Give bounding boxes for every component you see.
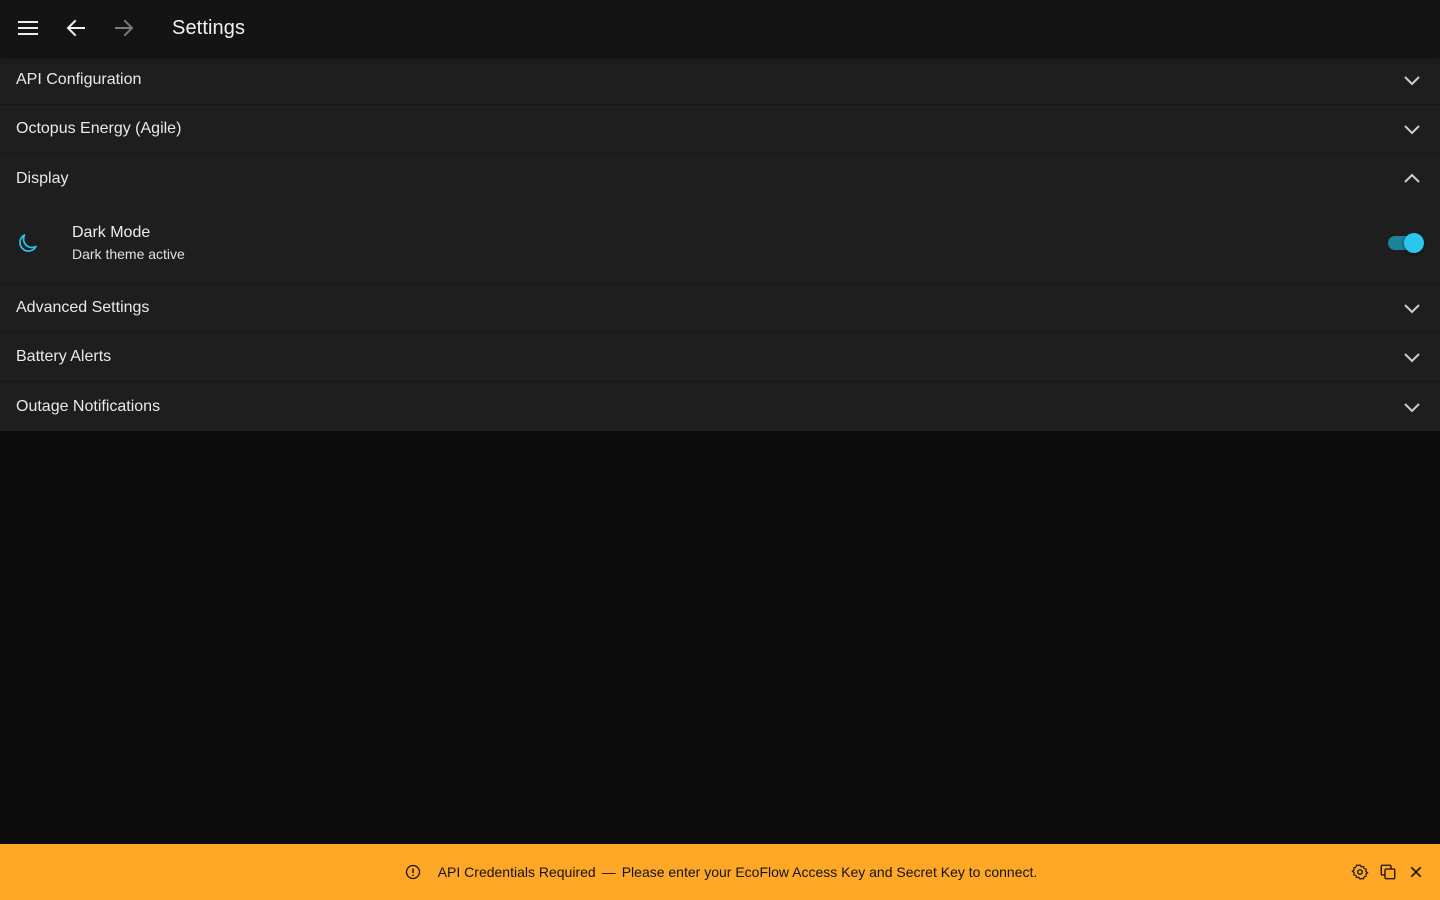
panel-advanced-settings[interactable]: Advanced Settings — [0, 284, 1440, 333]
banner-message: API Credentials Required — Please enter yo… — [438, 864, 1038, 880]
chevron-down-icon — [1400, 68, 1424, 92]
dark-mode-texts: Dark Mode Dark theme active — [72, 224, 185, 262]
banner-actions — [1346, 844, 1430, 900]
banner-title: API Credentials Required — [437, 864, 596, 880]
banner-separator: — — [601, 864, 616, 880]
panel-label: Battery Alerts — [16, 348, 112, 365]
settings-icon[interactable] — [1346, 858, 1374, 886]
settings-panels: API Configuration Octopus Energy (Agile)… — [0, 56, 1440, 431]
panel-outage-notifications[interactable]: Outage Notifications — [0, 382, 1440, 431]
moon-icon — [16, 231, 40, 255]
chevron-down-icon — [1400, 117, 1424, 141]
chevron-up-icon — [1400, 167, 1424, 191]
panel-battery-alerts[interactable]: Battery Alerts — [0, 333, 1440, 382]
panel-label: Octopus Energy (Agile) — [16, 120, 182, 137]
banner-text: Please enter your EcoFlow Access Key and… — [621, 864, 1038, 880]
chevron-down-icon — [1400, 296, 1424, 320]
arrow-forward-icon[interactable] — [100, 0, 148, 56]
arrow-back-icon[interactable] — [52, 0, 100, 56]
panel-label: API Configuration — [16, 71, 142, 88]
panel-label: Display — [16, 169, 69, 187]
panel-octopus-energy[interactable]: Octopus Energy (Agile) — [0, 105, 1440, 154]
close-icon[interactable] — [1402, 858, 1430, 886]
toggle-thumb — [1404, 233, 1424, 253]
chevron-down-icon — [1400, 345, 1424, 369]
page-title: Settings — [172, 16, 246, 39]
display-panel-body: Dark Mode Dark theme active — [0, 203, 1440, 284]
dark-mode-row[interactable]: Dark Mode Dark theme active — [0, 203, 1440, 284]
credentials-banner: API Credentials Required — Please enter yo… — [0, 844, 1440, 900]
menu-icon[interactable] — [4, 0, 52, 56]
panel-label: Outage Notifications — [16, 397, 161, 415]
panel-api-configuration[interactable]: API Configuration — [0, 56, 1440, 105]
warning-circle-icon — [403, 862, 423, 882]
panel-display[interactable]: Display — [0, 154, 1440, 203]
chevron-down-icon — [1400, 395, 1424, 419]
banner-message-wrap: API Credentials Required — Please enter yo… — [403, 862, 1038, 882]
dark-mode-subtitle: Dark theme active — [72, 246, 185, 262]
dark-mode-title: Dark Mode — [72, 224, 151, 241]
app-bar: Settings — [0, 0, 1440, 56]
panel-label: Advanced Settings — [16, 299, 150, 316]
dark-mode-toggle[interactable] — [1388, 231, 1424, 255]
copy-icon[interactable] — [1374, 858, 1402, 886]
